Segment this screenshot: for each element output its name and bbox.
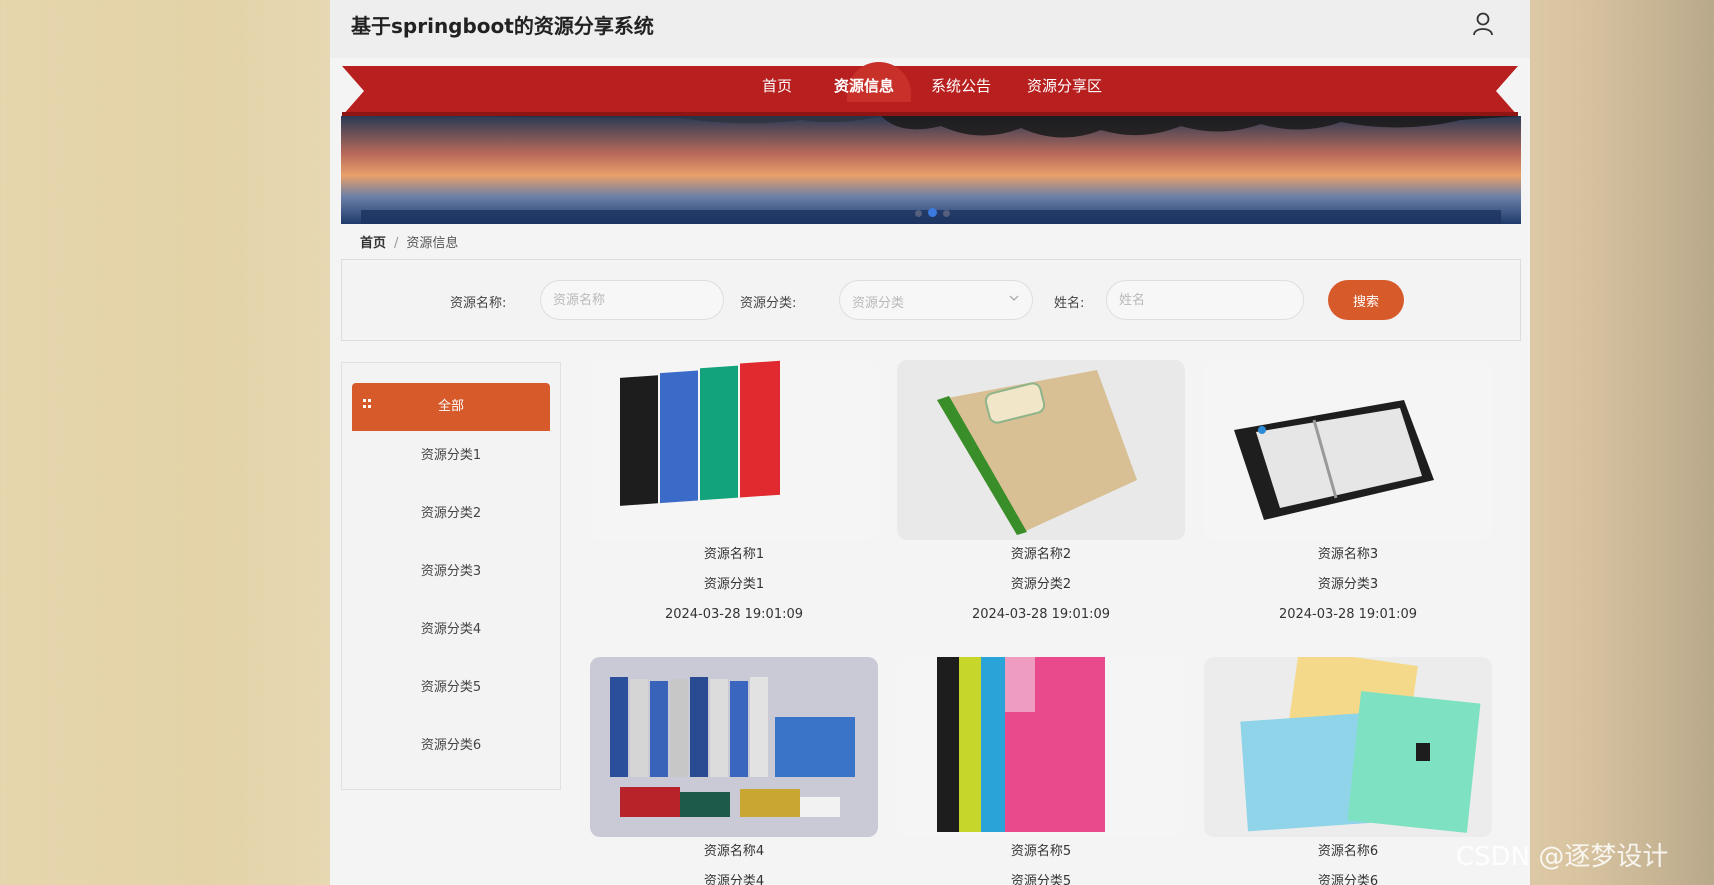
search-button[interactable]: 搜索 [1328,280,1404,320]
resource-image [590,657,878,837]
carousel-dot-active[interactable] [928,208,937,217]
name-input[interactable] [1106,280,1304,320]
grid-icon [363,399,371,408]
breadcrumb-current: 资源信息 [406,236,459,251]
resource-time: 2024-03-28 19:01:09 [971,607,1111,622]
nav-home[interactable]: 首页 [762,75,792,96]
resource-image [590,360,878,540]
resource-card[interactable]: 资源名称1 资源分类1 2024-03-28 19:01:09 [590,360,878,630]
page: 基于springboot的资源分享系统 首页 资源信息 系统公告 资源分享区 首… [330,0,1530,885]
sidebar-item-category-1[interactable]: 资源分类1 [352,441,550,471]
resource-time: 2024-03-28 19:01:09 [1278,607,1418,622]
resource-category: 资源分类6 [1317,874,1379,885]
sidebar-all-label: 全部 [437,399,464,414]
banner-carousel[interactable] [341,116,1521,224]
site-title: 基于springboot的资源分享系统 [351,14,654,38]
carousel-dot[interactable] [915,210,922,217]
search-panel: 资源名称: 资源分类: 资源分类 姓名: 搜索 [341,259,1521,341]
carousel-dot[interactable] [943,210,950,217]
breadcrumb-separator: / [394,236,399,251]
nav-resource-info[interactable]: 资源信息 [834,75,894,96]
sidebar-item-category-4[interactable]: 资源分类4 [352,615,550,645]
chevron-down-icon [1009,295,1019,301]
resource-name: 资源名称6 [1317,844,1379,859]
resource-time: 2024-03-28 19:01:09 [664,607,804,622]
resource-name: 资源名称3 [1317,547,1379,562]
resource-category-label: 资源分类: [740,296,797,311]
resource-category-placeholder: 资源分类 [852,296,905,311]
resource-image [1204,657,1492,837]
sidebar-item-category-2[interactable]: 资源分类2 [352,499,550,529]
resource-category: 资源分类3 [1317,577,1379,592]
breadcrumb-home[interactable]: 首页 [360,236,386,251]
sidebar-item-category-3[interactable]: 资源分类3 [352,557,550,587]
sidebar-item-category-6[interactable]: 资源分类6 [352,731,550,761]
resource-name: 资源名称1 [703,547,765,562]
top-header: 基于springboot的资源分享系统 [330,0,1530,58]
resource-category: 资源分类2 [1010,577,1072,592]
main-nav: 首页 资源信息 系统公告 资源分享区 [330,62,1530,104]
user-icon[interactable] [1472,12,1494,36]
resource-image [1204,360,1492,540]
sidebar-item-all[interactable]: 全部 [352,383,550,431]
nav-announcements[interactable]: 系统公告 [931,75,991,96]
resource-card[interactable]: 资源名称5 资源分类5 [897,657,1185,885]
resource-category: 资源分类4 [703,874,765,885]
resource-category: 资源分类5 [1010,874,1072,885]
resource-category: 资源分类1 [703,577,765,592]
watermark: CSDN @逐梦设计 [1456,842,1669,872]
resource-image [897,360,1185,540]
sidebar-item-category-5[interactable]: 资源分类5 [352,673,550,703]
resource-name-label: 资源名称: [450,296,507,311]
category-sidebar: 全部 资源分类1 资源分类2 资源分类3 资源分类4 资源分类5 资源分类6 [341,362,561,790]
resource-name: 资源名称5 [1010,844,1072,859]
resource-name: 资源名称4 [703,844,765,859]
resource-card[interactable]: 资源名称3 资源分类3 2024-03-28 19:01:09 [1204,360,1492,630]
resource-card[interactable]: 资源名称4 资源分类4 [590,657,878,885]
resource-name-input[interactable] [540,280,724,320]
resource-name: 资源名称2 [1010,547,1072,562]
carousel-dots [915,202,956,221]
resource-card[interactable]: 资源名称2 资源分类2 2024-03-28 19:01:09 [897,360,1185,630]
nav-share-area[interactable]: 资源分享区 [1027,75,1102,96]
resource-image [897,657,1185,837]
name-label: 姓名: [1054,296,1085,311]
breadcrumb: 首页 / 资源信息 [360,232,458,251]
resource-card[interactable]: 资源名称6 资源分类6 [1204,657,1492,885]
resource-category-select[interactable]: 资源分类 [839,280,1033,320]
